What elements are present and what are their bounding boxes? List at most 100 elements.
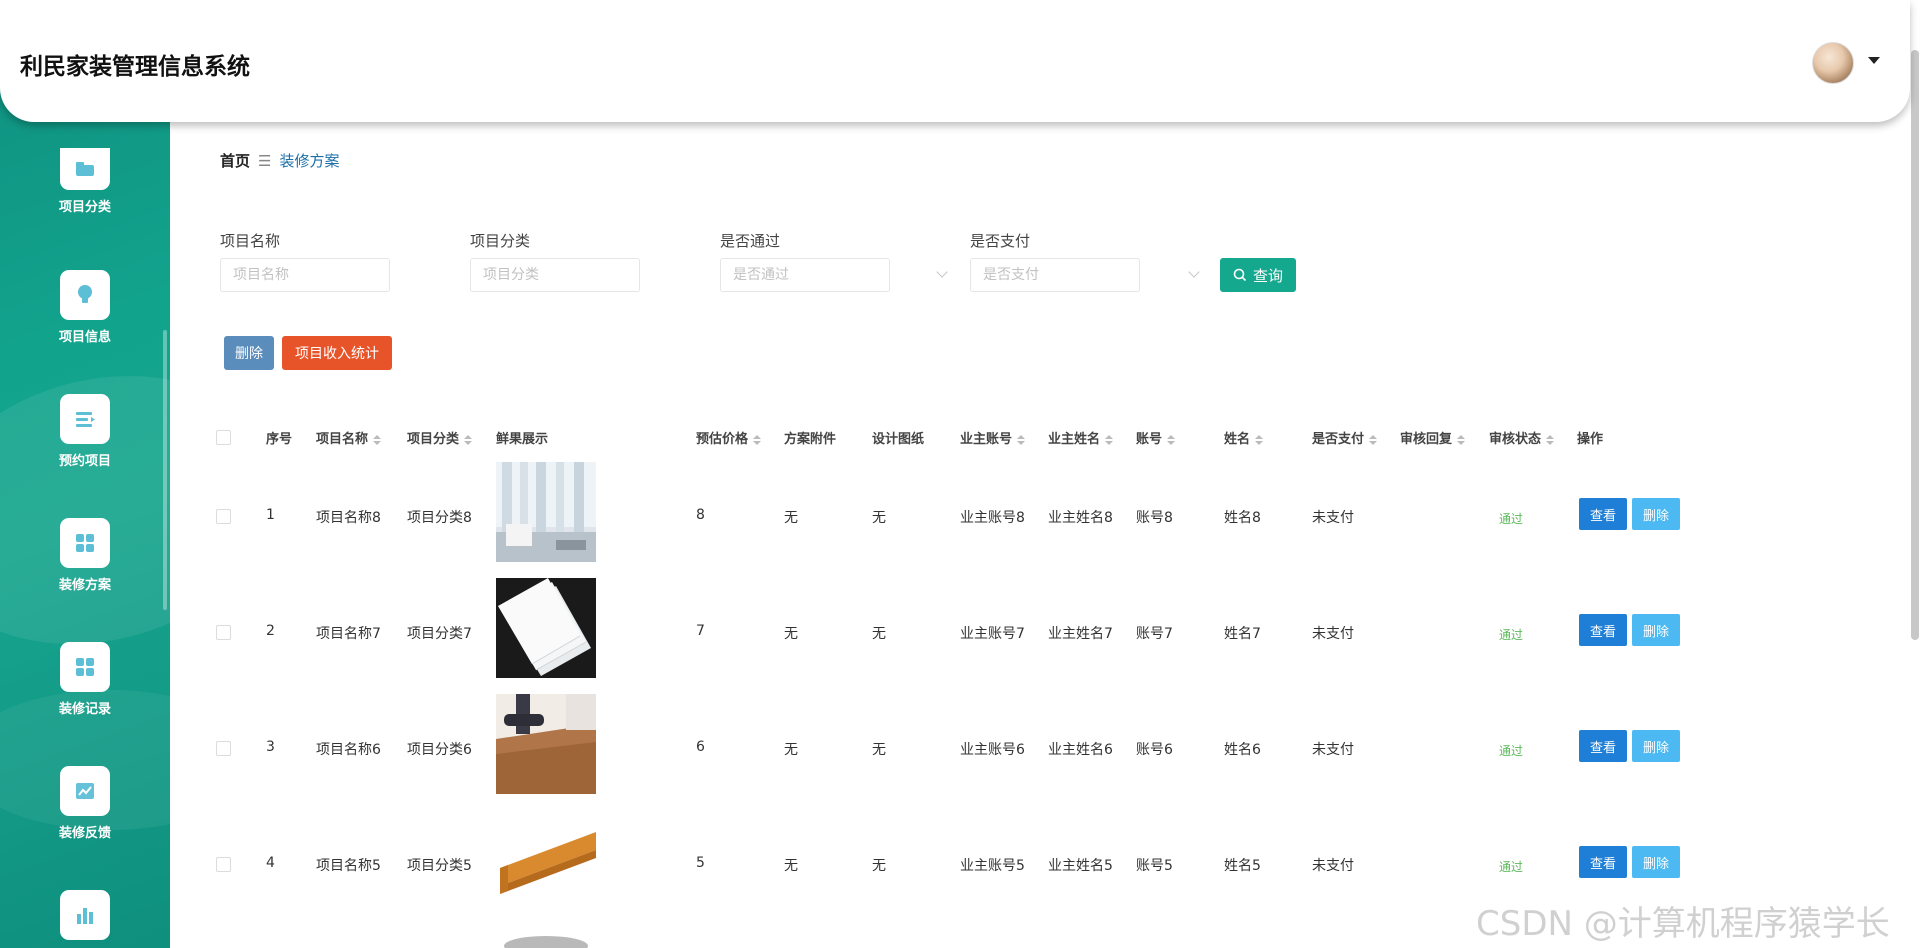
row-checkbox[interactable] [216, 509, 231, 524]
curtain-room-image [496, 462, 596, 562]
row-checkbox[interactable] [216, 741, 231, 756]
caret-down-icon[interactable] [1868, 57, 1880, 64]
view-button[interactable]: 查看 [1579, 498, 1627, 530]
col-project-category[interactable]: 项目分类 [407, 428, 473, 447]
cell-account: 账号8 [1136, 510, 1173, 526]
sidebar-item-project-category[interactable]: 项目分类 [0, 148, 170, 215]
cell-paid: 未支付 [1312, 510, 1354, 526]
cell-project-category: 项目分类7 [407, 626, 472, 642]
col-actions: 操作 [1577, 432, 1604, 447]
project-name-label: 项目名称 [220, 232, 281, 250]
col-owner-account[interactable]: 业主账号 [960, 428, 1026, 447]
page-scrollbar[interactable] [1911, 50, 1919, 640]
carpet-image [496, 694, 596, 794]
cell-person: 姓名7 [1224, 626, 1261, 642]
bar-chart-icon [60, 890, 110, 940]
row-delete-button[interactable]: 删除 [1632, 614, 1680, 646]
sidebar-item-decoration-plan[interactable]: 装修方案 [0, 518, 170, 593]
row-delete-button[interactable]: 删除 [1632, 498, 1680, 530]
income-stats-button[interactable]: 项目收入统计 [282, 336, 392, 370]
sidebar-item-label: 预约项目 [58, 454, 111, 469]
breadcrumb-home[interactable]: 首页 [220, 152, 250, 170]
col-reply[interactable]: 审核回复 [1400, 428, 1466, 447]
sidebar-item-statistics[interactable] [0, 890, 170, 940]
lightbulb-icon [60, 270, 110, 320]
category-input[interactable] [470, 258, 640, 292]
sort-icon [1457, 434, 1466, 445]
sidebar-item-label: 项目分类 [58, 200, 111, 215]
cell-project-name: 项目名称7 [316, 626, 381, 642]
col-person[interactable]: 姓名 [1224, 428, 1264, 447]
view-button[interactable]: 查看 [1579, 614, 1627, 646]
col-price[interactable]: 预估价格 [696, 428, 762, 447]
paid-label: 是否支付 [970, 232, 1031, 250]
row-delete-button[interactable]: 删除 [1632, 846, 1680, 878]
col-drawing: 设计图纸 [872, 432, 925, 447]
sort-icon [464, 434, 473, 445]
sidebar-item-reservation[interactable]: 预约项目 [0, 394, 170, 469]
avatar[interactable] [1812, 42, 1854, 84]
cell-price: 7 [696, 623, 705, 639]
passed-select[interactable] [720, 258, 890, 292]
row-checkbox[interactable] [216, 625, 231, 640]
sidebar-item-decoration-feedback[interactable]: 装修反馈 [0, 766, 170, 841]
status-badge: 通过 [1499, 860, 1524, 874]
sort-icon [1546, 434, 1555, 445]
query-button[interactable]: 查询 [1220, 258, 1296, 292]
cell-paid: 未支付 [1312, 858, 1354, 874]
cell-project-name: 项目名称5 [316, 858, 381, 874]
watermark: CSDN @计算机程序猿学长 [1476, 904, 1890, 944]
status-badge: 通过 [1499, 744, 1524, 758]
cell-account: 账号5 [1136, 858, 1173, 874]
view-button[interactable]: 查看 [1579, 730, 1627, 762]
breadcrumb-current: 装修方案 [279, 152, 340, 170]
col-status[interactable]: 审核状态 [1489, 428, 1555, 447]
status-badge: 通过 [1499, 628, 1524, 642]
status-badge: 通过 [1499, 512, 1524, 526]
breadcrumb: 首页 ☰ 装修方案 [220, 150, 339, 171]
cell-price: 5 [696, 855, 705, 871]
cell-no: 4 [266, 855, 275, 871]
delete-button[interactable]: 删除 [224, 336, 274, 370]
col-project-name[interactable]: 项目名称 [316, 428, 382, 447]
row-checkbox[interactable] [216, 857, 231, 872]
cell-attachment: 无 [784, 626, 798, 642]
sort-icon [1017, 434, 1026, 445]
paid-select[interactable] [970, 258, 1140, 292]
cell-no: 3 [266, 739, 275, 755]
sidebar-item-decoration-record[interactable]: 装修记录 [0, 642, 170, 717]
white-panels-image [496, 578, 596, 678]
col-owner-name[interactable]: 业主姓名 [1048, 428, 1114, 447]
grid-icon [60, 642, 110, 692]
chevron-down-icon [1188, 266, 1200, 278]
col-account[interactable]: 账号 [1136, 428, 1176, 447]
cell-owner-name: 业主姓名5 [1048, 858, 1113, 874]
cell-price: 8 [696, 507, 705, 523]
cell-project-name: 项目名称6 [316, 742, 381, 758]
project-name-input[interactable] [220, 258, 390, 292]
col-attachment: 方案附件 [784, 432, 837, 447]
cell-owner-name: 业主姓名6 [1048, 742, 1113, 758]
cell-drawing: 无 [872, 626, 886, 642]
folder-icon [60, 148, 110, 190]
select-all-checkbox[interactable] [216, 430, 231, 445]
sort-icon [1369, 434, 1378, 445]
sort-icon [373, 434, 382, 445]
col-paid[interactable]: 是否支付 [1312, 428, 1378, 447]
sidebar-item-project-info[interactable]: 项目信息 [0, 270, 170, 345]
list-icon [60, 394, 110, 444]
search-icon [1233, 268, 1247, 282]
cell-drawing: 无 [872, 858, 886, 874]
cell-no: 1 [266, 507, 275, 523]
row-delete-button[interactable]: 删除 [1632, 730, 1680, 762]
next-row-image [496, 932, 596, 948]
sidebar-scrollbar[interactable] [163, 330, 167, 610]
sort-icon [1105, 434, 1114, 445]
cell-owner-name: 业主姓名7 [1048, 626, 1113, 642]
col-no: 序号 [266, 432, 293, 447]
header: 利民家装管理信息系统 [0, 0, 1910, 122]
cell-project-category: 项目分类6 [407, 742, 472, 758]
passed-label: 是否通过 [720, 232, 781, 250]
cell-owner-account: 业主账号6 [960, 742, 1025, 758]
view-button[interactable]: 查看 [1579, 846, 1627, 878]
